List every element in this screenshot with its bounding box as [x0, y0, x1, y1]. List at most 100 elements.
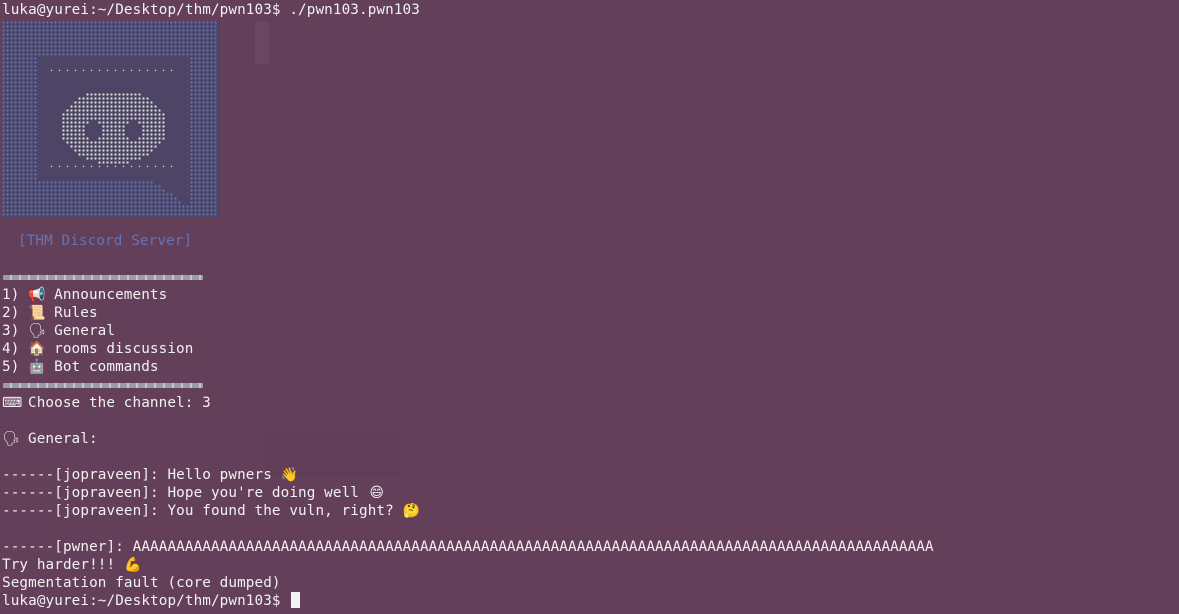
banner-dot — [110, 133, 113, 136]
banner-dot — [190, 53, 193, 56]
banner-dot — [158, 137, 161, 140]
command-prompt-input[interactable]: luka@yurei:~/Desktop/thm/pwn103$ — [2, 592, 1179, 610]
banner-dot — [214, 133, 217, 136]
banner-dot — [142, 205, 145, 208]
banner-dot — [178, 89, 181, 92]
banner-dot — [126, 145, 129, 148]
banner-dot — [6, 69, 9, 72]
banner-dot — [154, 33, 157, 36]
banner-dot — [214, 161, 217, 164]
banner-dot — [134, 113, 137, 116]
banner-dot — [174, 37, 177, 40]
banner-dot — [138, 133, 141, 136]
banner-dot — [98, 29, 101, 32]
banner-dot — [78, 197, 81, 200]
banner-dot — [74, 165, 77, 168]
banner-dot — [66, 109, 69, 112]
terminal-window[interactable]: luka@yurei:~/Desktop/thm/pwn103$ ./pwn10… — [0, 0, 1179, 614]
banner-dot — [182, 29, 185, 32]
banner-dot — [138, 21, 141, 24]
banner-dot — [206, 65, 209, 68]
banner-dot — [62, 61, 65, 64]
banner-dot — [62, 57, 65, 60]
banner-dot — [106, 97, 109, 100]
banner-dot — [50, 153, 53, 156]
banner-dot — [158, 61, 161, 64]
banner-dot — [118, 141, 121, 144]
banner-dot — [122, 177, 125, 180]
discord-logo-icon — [2, 21, 220, 217]
chat-message: ------[jopraveen]: You found the vuln, r… — [2, 503, 421, 519]
banner-dot — [134, 157, 137, 160]
banner-dot — [122, 145, 125, 148]
banner-dot — [58, 101, 61, 104]
banner-dot — [22, 29, 25, 32]
banner-dot — [2, 109, 5, 112]
banner-dot — [54, 117, 57, 120]
banner-dot — [110, 153, 113, 156]
banner-dot — [70, 41, 73, 44]
banner-dot — [182, 141, 185, 144]
banner-dot — [162, 73, 165, 76]
banner-dot — [118, 205, 121, 208]
banner-dot — [50, 101, 53, 104]
banner-dot — [130, 29, 133, 32]
banner-dot — [126, 125, 129, 128]
banner-dot — [70, 189, 73, 192]
banner-dot — [182, 197, 185, 200]
banner-dot — [54, 165, 57, 168]
banner-dot — [70, 197, 73, 200]
banner-dot — [138, 29, 141, 32]
banner-dot — [86, 45, 89, 48]
banner-dot — [30, 49, 33, 52]
banner-dot — [2, 85, 5, 88]
banner-dot — [214, 153, 217, 156]
banner-dot — [6, 97, 9, 100]
banner-dot — [110, 93, 113, 96]
banner-dot — [214, 109, 217, 112]
banner-dot — [138, 177, 141, 180]
banner-dot — [82, 197, 85, 200]
banner-dot — [74, 129, 77, 132]
banner-dot — [186, 105, 189, 108]
banner-dot — [18, 29, 21, 32]
banner-dot — [66, 213, 69, 216]
banner-dot — [90, 41, 93, 44]
discord-logo-banner — [2, 21, 220, 217]
banner-dot — [178, 105, 181, 108]
banner-dot — [42, 193, 45, 196]
banner-dot — [66, 157, 69, 160]
banner-dot — [14, 133, 17, 136]
banner-dot — [90, 141, 93, 144]
banner-dot — [34, 117, 37, 120]
banner-dot — [62, 149, 65, 152]
banner-dot — [6, 29, 9, 32]
banner-dot — [82, 69, 85, 72]
banner-dot — [46, 77, 49, 80]
banner-dot — [190, 21, 193, 24]
banner-dot — [210, 53, 213, 56]
banner-dot — [66, 73, 69, 76]
banner-dot — [166, 153, 169, 156]
banner-dot — [198, 197, 201, 200]
banner-dot — [178, 197, 181, 200]
banner-dot — [26, 181, 29, 184]
banner-dot — [106, 77, 109, 80]
banner-dot — [18, 209, 21, 212]
banner-dot — [26, 177, 29, 180]
banner-dot — [74, 141, 77, 144]
banner-dot — [154, 169, 157, 172]
banner-dot — [62, 137, 65, 140]
banner-dot — [42, 145, 45, 148]
banner-dot — [70, 165, 73, 168]
banner-dot — [86, 169, 89, 172]
banner-dot — [154, 117, 157, 120]
banner-dot — [178, 65, 181, 68]
banner-dot — [198, 121, 201, 124]
banner-dot — [62, 169, 65, 172]
banner-dot — [126, 101, 129, 104]
banner-dot — [34, 153, 37, 156]
banner-dot — [62, 121, 65, 124]
banner-dot — [174, 117, 177, 120]
banner-dot — [70, 193, 73, 196]
